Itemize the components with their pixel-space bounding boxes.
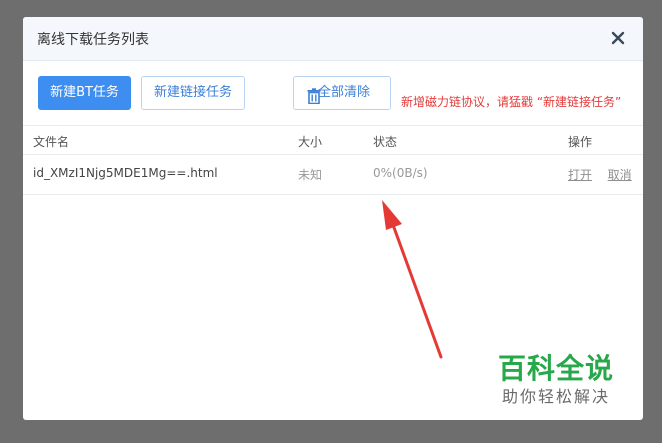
cancel-link[interactable]: 取消 bbox=[608, 168, 632, 182]
toolbar: 新建BT任务 新建链接任务 全部清除 新增磁力链协议，请猛戳 “新建链接任务” bbox=[23, 61, 643, 125]
header-size: 大小 bbox=[298, 135, 323, 149]
task-file-name: id_XMzI1Njg5MDE1Mg==.html bbox=[33, 166, 218, 180]
clear-all-label: 全部清除 bbox=[318, 85, 371, 100]
table-header: 文件名 大小 状态 操作 bbox=[23, 125, 643, 155]
new-link-task-button[interactable]: 新建链接任务 bbox=[141, 76, 245, 110]
new-bt-task-button[interactable]: 新建BT任务 bbox=[38, 76, 131, 110]
task-status: 0%(0B/s) bbox=[373, 166, 428, 180]
magnet-hint-text: 新增磁力链协议，请猛戳 “新建链接任务” bbox=[401, 95, 622, 109]
clear-all-button[interactable]: 全部清除 bbox=[293, 76, 391, 110]
watermark-sub: 助你轻松解决 bbox=[501, 387, 610, 406]
task-ops: 打开 取消 bbox=[568, 166, 632, 183]
task-table: 文件名 大小 状态 操作 id_XMzI1Njg5MDE1Mg==.html 未… bbox=[23, 125, 643, 195]
watermark: 百科全说 助你轻松解决 bbox=[492, 352, 620, 408]
header-status: 状态 bbox=[373, 135, 398, 149]
open-link[interactable]: 打开 bbox=[568, 168, 592, 182]
close-icon[interactable] bbox=[609, 29, 627, 47]
trash-icon bbox=[307, 85, 321, 105]
header-ops: 操作 bbox=[568, 135, 593, 149]
dialog-title: 离线下载任务列表 bbox=[37, 32, 149, 48]
table-row: id_XMzI1Njg5MDE1Mg==.html 未知 0%(0B/s) 打开… bbox=[23, 155, 643, 195]
watermark-main: 百科全说 bbox=[497, 352, 614, 385]
header-name: 文件名 bbox=[33, 135, 70, 149]
dialog-titlebar: 离线下载任务列表 bbox=[23, 17, 643, 61]
task-size: 未知 bbox=[298, 168, 323, 182]
